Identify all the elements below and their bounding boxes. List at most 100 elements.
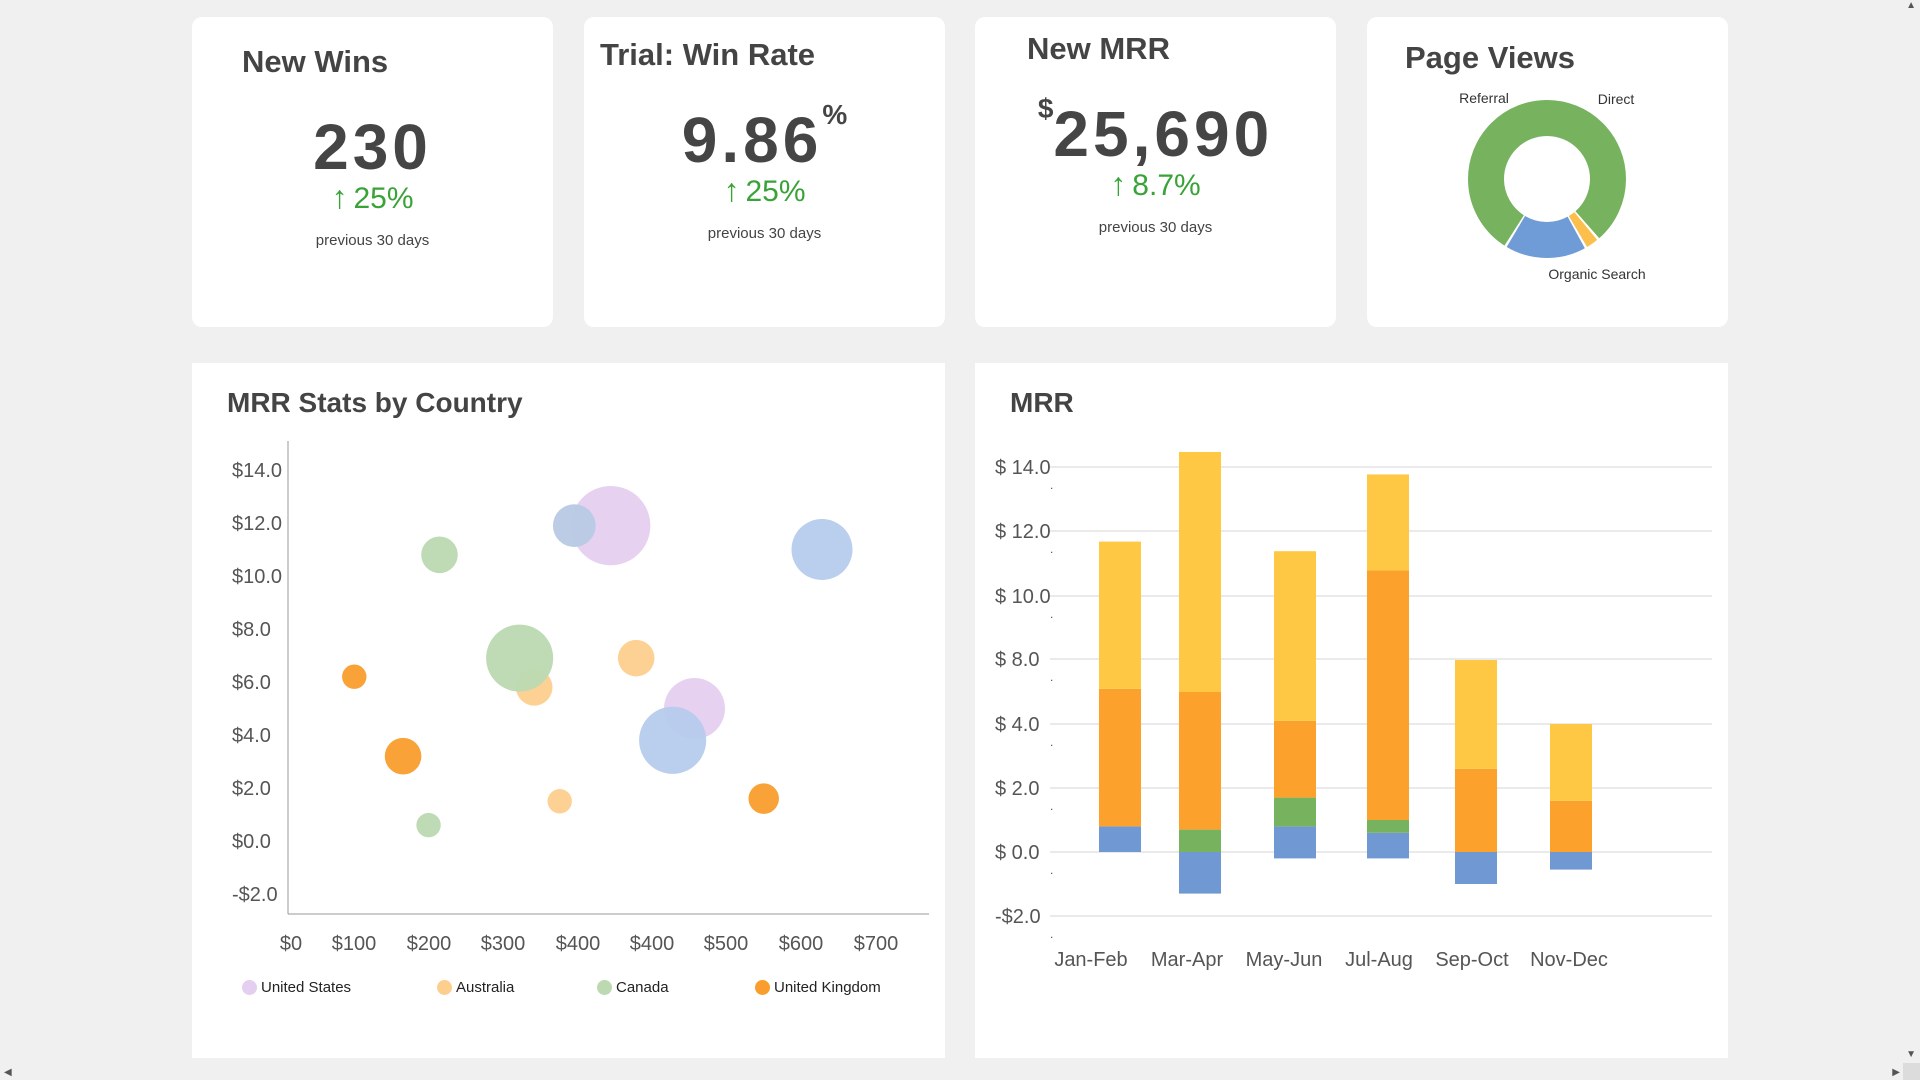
legend-label: United States <box>261 979 352 996</box>
bubble-united-kingdom[interactable] <box>342 664 367 689</box>
bar-segment[interactable] <box>1367 852 1409 859</box>
legend-swatch <box>242 980 257 995</box>
y-tick-label: -$2.0 <box>995 906 1041 928</box>
bubble-australia[interactable] <box>617 639 655 677</box>
new-wins-number: 230 <box>313 111 432 183</box>
y-tick-label: $6.0 <box>232 672 271 694</box>
bubble-series-4[interactable] <box>552 504 596 547</box>
win-rate-title: Trial: Win Rate <box>600 37 816 72</box>
tick-mark: . <box>1050 478 1053 492</box>
donut-label: Referral <box>1459 90 1509 106</box>
new-wins-value: 230 <box>192 110 553 184</box>
scroll-left-arrow-icon[interactable]: ◀ <box>4 1067 12 1078</box>
bubble-canada[interactable] <box>416 812 441 838</box>
bar-segment[interactable] <box>1274 826 1316 852</box>
x-tick-label: $100 <box>332 933 377 955</box>
bubble-series-5[interactable] <box>639 706 707 774</box>
x-tick-label: Mar-Apr <box>1151 949 1224 971</box>
bubble-united-kingdom[interactable] <box>748 783 779 814</box>
new-wins-change-value: 25% <box>353 182 414 215</box>
y-tick-label: $4.0 <box>232 725 271 747</box>
new-wins-card: New Wins 230 ↑ 25% previous 30 days <box>192 17 553 327</box>
bar-segment[interactable] <box>1367 832 1409 852</box>
bar-segment[interactable] <box>1367 820 1409 833</box>
bar-segment[interactable] <box>1367 570 1409 820</box>
bubble-united-kingdom[interactable] <box>384 737 422 775</box>
x-tick-label: May-Jun <box>1246 949 1323 971</box>
x-tick-label: $400 <box>630 933 675 955</box>
bar-segment[interactable] <box>1274 551 1316 721</box>
x-tick-label: $300 <box>481 933 526 955</box>
new-mrr-change: ↑ 8.7% <box>975 166 1336 203</box>
scroll-up-arrow-icon[interactable]: ▲ <box>1906 0 1916 11</box>
tick-mark: . <box>1050 735 1053 749</box>
scrollbar-corner <box>1903 1063 1920 1080</box>
bubble-australia[interactable] <box>547 789 572 814</box>
win-rate-value: 9.86% <box>584 99 945 177</box>
y-tick-label: -$2.0 <box>232 884 278 906</box>
donut-slice-organic-search[interactable] <box>1468 100 1626 258</box>
y-tick-label: $ 8.0 <box>995 649 1039 671</box>
bar-segment[interactable] <box>1099 688 1141 827</box>
tick-mark: . <box>1050 863 1053 877</box>
x-tick-label: Jan-Feb <box>1054 949 1127 971</box>
new-mrr-card: New MRR $25,690 ↑ 8.7% previous 30 days <box>975 17 1336 327</box>
win-rate-card: Trial: Win Rate 9.86% ↑ 25% previous 30 d… <box>584 17 945 327</box>
new-mrr-number: 25,690 <box>1053 98 1274 170</box>
legend-item-united-kingdom[interactable]: United Kingdom <box>755 979 881 996</box>
mrr-by-country-bubble-chart: $14.0 $12.0 $10.0 $8.0 $6.0 $4.0 $2.0 $0.0 -$2.0… <box>232 441 929 955</box>
legend-label: United Kingdom <box>774 979 881 996</box>
legend-item-australia[interactable]: Australia <box>437 979 514 996</box>
new-wins-change: ↑ 25% <box>192 179 553 216</box>
bar-segment[interactable] <box>1179 829 1221 852</box>
y-tick-label: $ 14.0 <box>995 457 1051 479</box>
tick-mark: . <box>1050 799 1053 813</box>
donut-label: Direct <box>1598 91 1635 107</box>
arrow-up-icon: ↑ <box>723 172 740 208</box>
bar-segment[interactable] <box>1179 852 1221 894</box>
new-mrr-value: $25,690 <box>975 93 1336 171</box>
bar-segment[interactable] <box>1367 474 1409 571</box>
bubble-canada[interactable] <box>486 624 554 692</box>
y-tick-label: $ 12.0 <box>995 521 1051 543</box>
new-mrr-currency-sign: $ <box>1037 93 1054 124</box>
win-rate-percent-sign: % <box>822 99 848 130</box>
bar-segment[interactable] <box>1179 452 1221 692</box>
legend-item-united-states[interactable]: United States <box>242 979 351 996</box>
bar-segment[interactable] <box>1179 692 1221 830</box>
page-views-card: Page Views Organic Search Referral Direct <box>1367 17 1728 327</box>
new-mrr-period: previous 30 days <box>1098 219 1213 236</box>
bar-segment[interactable] <box>1455 768 1497 852</box>
bar-segment[interactable] <box>1099 826 1141 852</box>
scroll-down-arrow-icon[interactable]: ▼ <box>1906 1049 1916 1060</box>
bar-segment[interactable] <box>1274 720 1316 798</box>
mrr-card: MRR $ 14.0. $ 12.0. $ 10.0. $ 8.0. $ 4.0. $ 2… <box>975 363 1728 1058</box>
mrr-stacked-bar-chart: $ 14.0.$ 12.0.$ 10.0.$ 8.0.$ 4.0.$ 2.0.$… <box>995 452 1712 971</box>
y-tick-label: $8.0 <box>232 619 271 641</box>
legend-label: Canada <box>616 979 669 996</box>
x-tick-label: $700 <box>854 933 899 955</box>
bar-segment[interactable] <box>1550 800 1592 852</box>
arrow-up-icon: ↑ <box>1110 166 1127 202</box>
bubble-series-5[interactable] <box>791 519 853 580</box>
bar-segment[interactable] <box>1455 852 1497 884</box>
legend-item-canada[interactable]: Canada <box>597 979 669 996</box>
bar-segment[interactable] <box>1274 797 1316 827</box>
bar-segment[interactable] <box>1550 852 1592 870</box>
bar-segment[interactable] <box>1099 541 1141 689</box>
bar-segment[interactable] <box>1550 724 1592 801</box>
win-rate-period: previous 30 days <box>707 225 822 242</box>
x-tick-label: Jul-Aug <box>1345 949 1413 971</box>
x-tick-label: $500 <box>704 933 749 955</box>
new-wins-period: previous 30 days <box>315 232 430 249</box>
bubble-canada[interactable] <box>421 536 458 574</box>
scroll-right-arrow-icon[interactable]: ▶ <box>1892 1067 1900 1078</box>
mrr-by-country-card: MRR Stats by Country $14.0 $12.0 $10.0 $8.0… <box>192 363 945 1058</box>
legend-swatch <box>597 980 612 995</box>
new-wins-title: New Wins <box>242 44 389 79</box>
bar-segment[interactable] <box>1274 852 1316 859</box>
legend-swatch <box>755 980 770 995</box>
win-rate-number: 9.86 <box>681 104 823 176</box>
x-tick-label: $400 <box>556 933 601 955</box>
bar-segment[interactable] <box>1455 660 1497 769</box>
